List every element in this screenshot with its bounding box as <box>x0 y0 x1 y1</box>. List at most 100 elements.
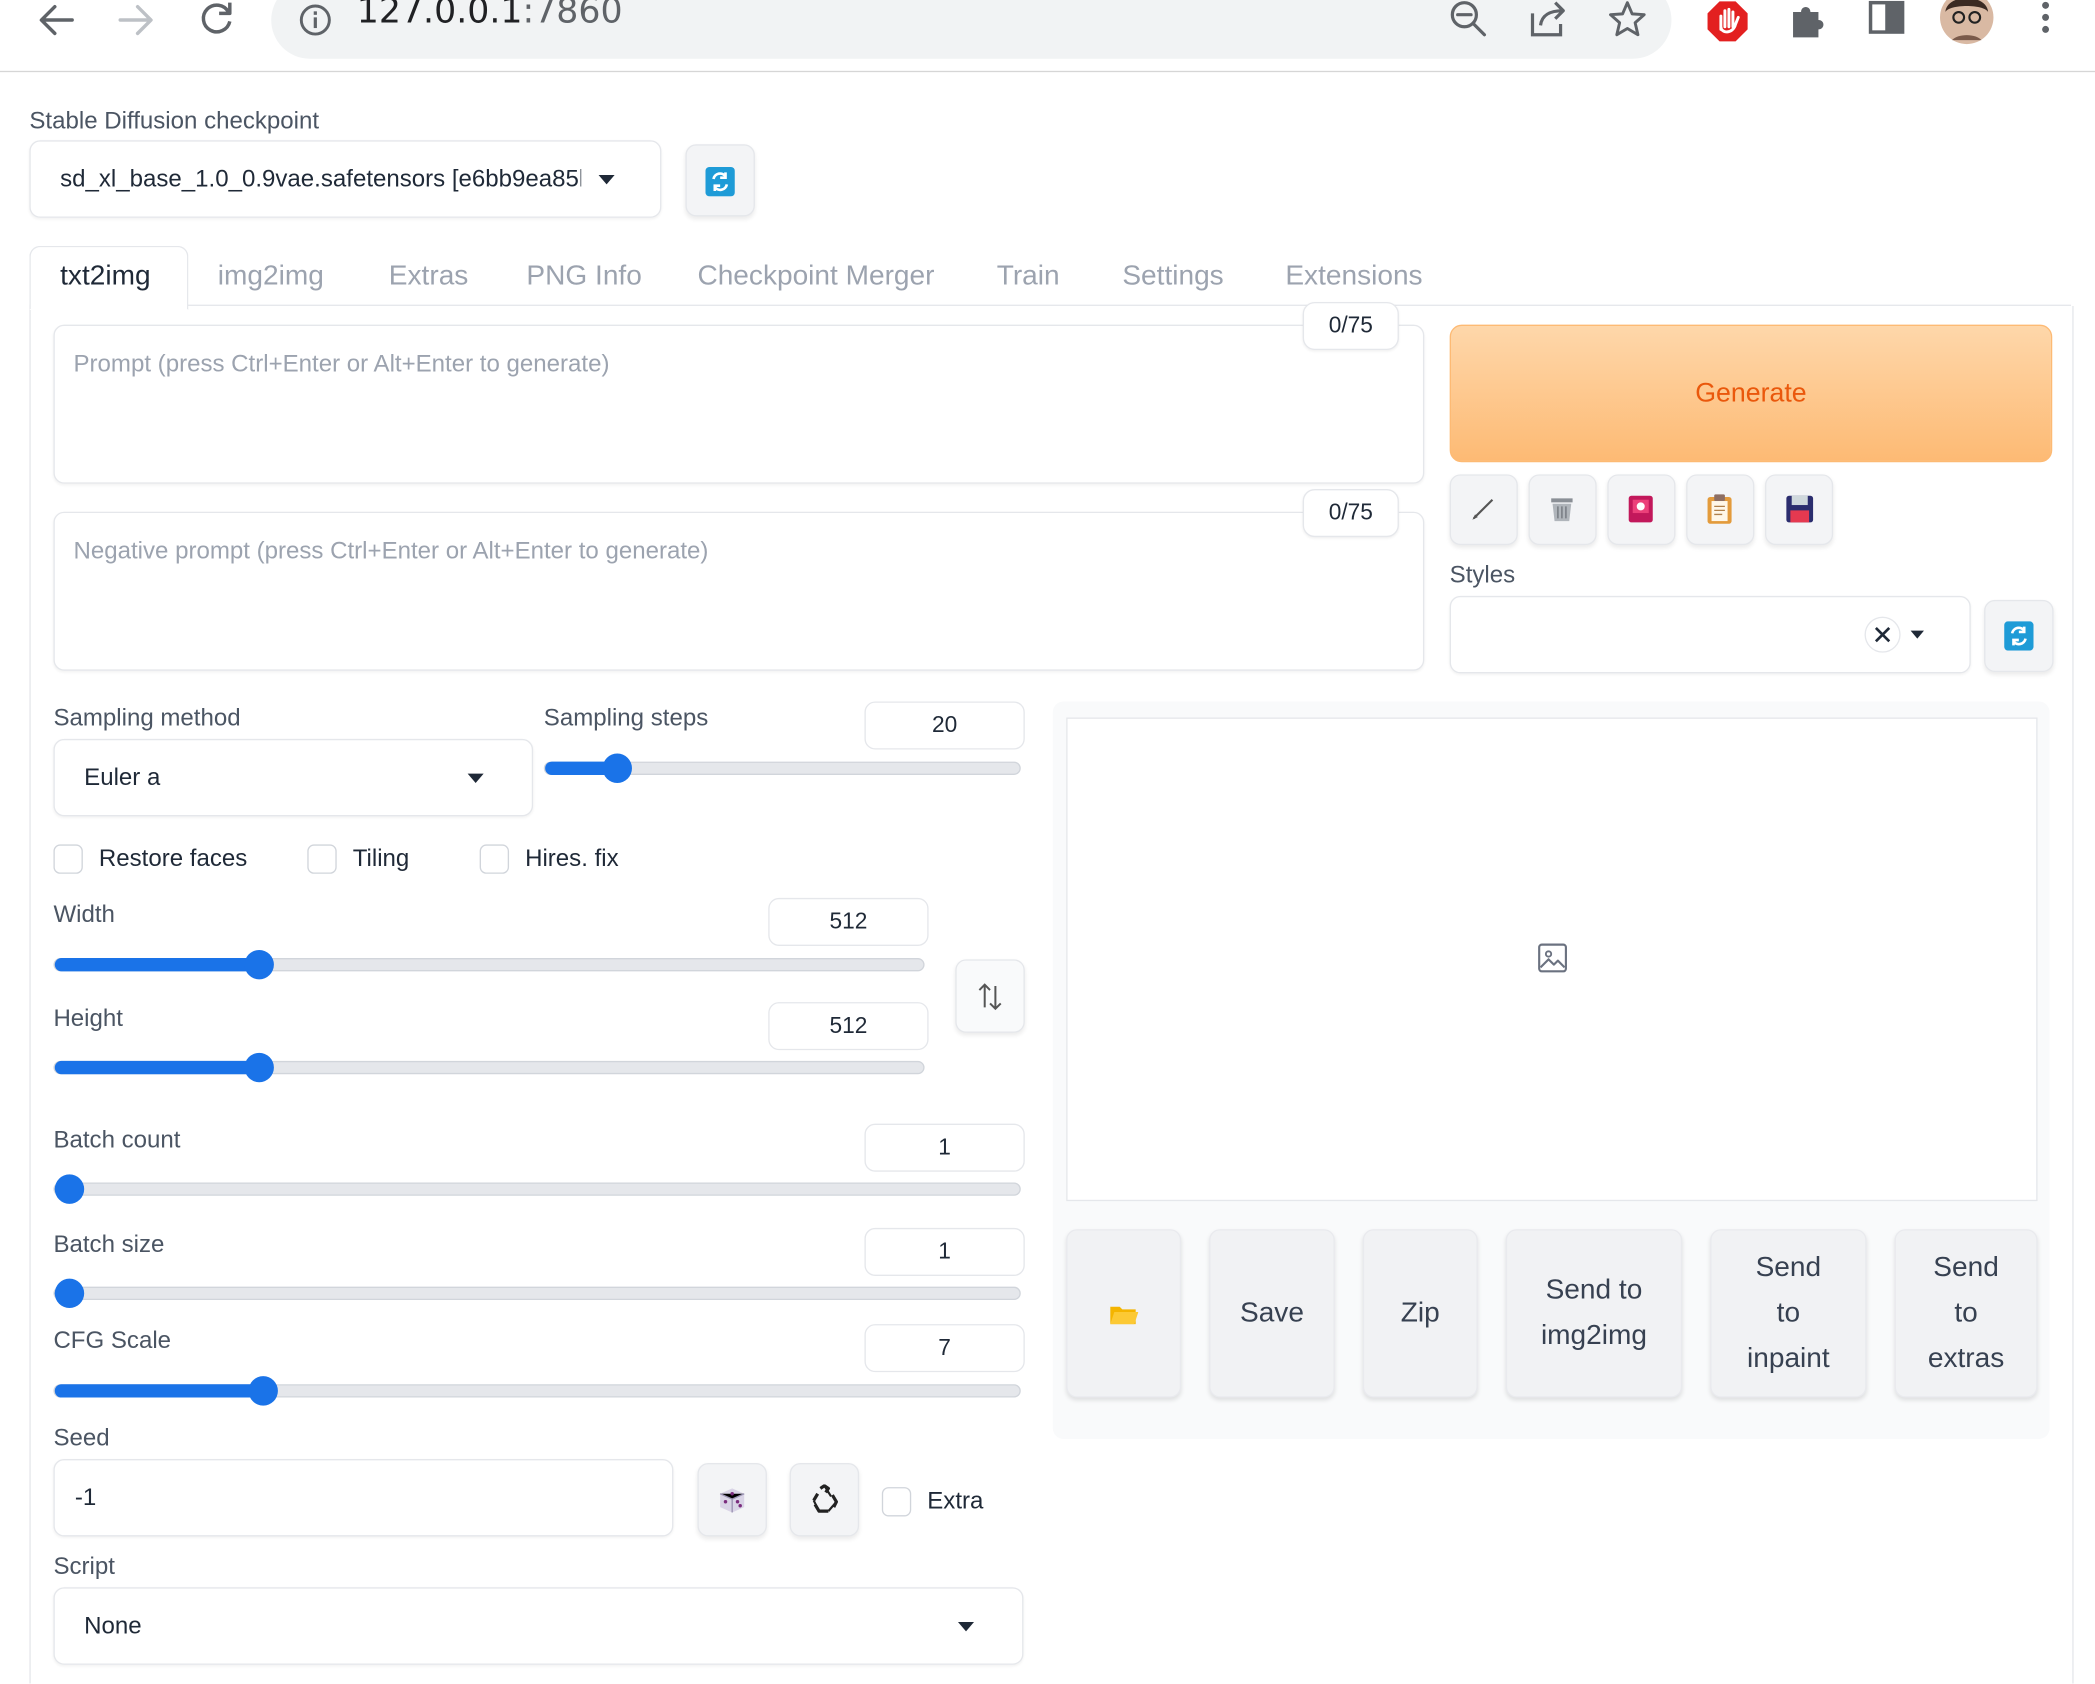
label-line: inpaint <box>1747 1342 1830 1374</box>
styles-label: Styles <box>1449 561 1516 588</box>
tab-txt2img[interactable]: txt2img <box>60 261 150 293</box>
checkpoint-dropdown[interactable]: sd_xl_base_1.0_0.9vae.safetensors [e6bb9… <box>29 140 662 218</box>
refresh-checkpoint-button[interactable] <box>685 144 755 217</box>
trash-icon <box>1551 498 1573 522</box>
generate-label: Generate <box>1695 378 1807 408</box>
negative-prompt-placeholder: Negative prompt (press Ctrl+Enter or Alt… <box>73 537 709 564</box>
hires-fix-checkbox[interactable] <box>479 844 510 874</box>
chevron-down-icon <box>1910 630 1924 639</box>
slider-thumb[interactable] <box>602 753 632 783</box>
forward-icon[interactable] <box>118 3 155 38</box>
batch-count-label: Batch count <box>53 1126 181 1154</box>
cfg-scale-input[interactable]: 7 <box>864 1324 1025 1373</box>
slider-thumb[interactable] <box>54 1174 85 1204</box>
swap-dimensions-button[interactable] <box>955 959 1025 1033</box>
negative-prompt-input[interactable]: Negative prompt (press Ctrl+Enter or Alt… <box>53 511 1425 671</box>
adblock-icon[interactable] <box>1706 0 1749 43</box>
prompt-input[interactable]: Prompt (press Ctrl+Enter or Alt+Enter to… <box>53 324 1425 484</box>
width-input[interactable]: 512 <box>768 897 929 946</box>
label-line: to <box>1776 1297 1801 1329</box>
apply-style-button[interactable] <box>1686 474 1755 546</box>
clear-prompt-button[interactable] <box>1528 474 1597 546</box>
send-to-extras-button[interactable]: Send to extras <box>1894 1229 2038 1398</box>
script-dropdown[interactable]: None <box>53 1587 1024 1665</box>
back-icon[interactable] <box>37 3 74 38</box>
label-line: to <box>1954 1297 1978 1329</box>
extra-seed-checkbox[interactable] <box>881 1487 912 1517</box>
open-folder-button[interactable] <box>1066 1229 1182 1398</box>
folder-icon <box>1110 1306 1139 1325</box>
restore-faces-label: Restore faces <box>98 844 248 872</box>
zip-button[interactable]: Zip <box>1362 1229 1478 1398</box>
tab-png-info[interactable]: PNG Info <box>526 261 641 293</box>
script-label: Script <box>53 1552 115 1580</box>
browser-toolbar: 127.0.0.1:7860 <box>0 0 2095 73</box>
chevron-down-icon <box>957 1622 975 1632</box>
script-value: None <box>84 1612 142 1639</box>
seed-value: -1 <box>74 1483 97 1511</box>
zip-label: Zip <box>1400 1297 1440 1329</box>
label-line: extras <box>1927 1342 2005 1374</box>
height-slider[interactable] <box>53 1052 925 1083</box>
tab-img2img[interactable]: img2img <box>218 261 324 293</box>
restore-faces-checkbox[interactable] <box>53 844 83 874</box>
zoom-icon[interactable] <box>1450 0 1487 37</box>
label-line: Send <box>1755 1251 1822 1283</box>
tab-settings[interactable]: Settings <box>1122 261 1223 293</box>
label-line: Send <box>1933 1251 1999 1283</box>
seed-input[interactable]: -1 <box>53 1459 674 1537</box>
generate-button[interactable]: Generate <box>1449 324 2053 463</box>
read-params-button[interactable] <box>1449 474 1518 546</box>
swap-arrows-icon <box>978 983 1002 1011</box>
batch-size-input[interactable]: 1 <box>864 1227 1025 1276</box>
save-button[interactable]: Save <box>1209 1229 1335 1398</box>
tab-extras[interactable]: Extras <box>389 261 469 293</box>
site-info-icon[interactable] <box>298 3 333 38</box>
styles-dropdown[interactable] <box>1449 595 1971 674</box>
sampling-steps-input[interactable]: 20 <box>864 701 1025 750</box>
clipboard-icon <box>1707 494 1732 524</box>
random-seed-button[interactable] <box>697 1463 767 1537</box>
batch-count-slider[interactable] <box>53 1174 1021 1204</box>
share-icon[interactable] <box>1528 0 1568 37</box>
slider-thumb[interactable] <box>54 1278 85 1309</box>
tab-checkpoint-merger[interactable]: Checkpoint Merger <box>697 261 934 293</box>
height-input[interactable]: 512 <box>768 1002 929 1051</box>
extra-networks-button[interactable] <box>1607 474 1676 546</box>
sampling-method-label: Sampling method <box>53 704 241 731</box>
slider-fill <box>54 957 260 972</box>
send-to-extras-label: Send to extras <box>1896 1245 2036 1381</box>
send-to-img2img-button[interactable]: Send to img2img <box>1505 1229 1683 1398</box>
batch-count-input[interactable]: 1 <box>864 1123 1025 1172</box>
extensions-icon[interactable] <box>1788 0 1828 40</box>
slider-fill <box>54 1060 260 1075</box>
profile-avatar[interactable] <box>1939 0 1995 45</box>
menu-icon[interactable] <box>2039 0 2052 37</box>
image-red-icon <box>1628 495 1653 523</box>
refresh-styles-button[interactable] <box>1984 599 2054 673</box>
reload-icon[interactable] <box>198 0 235 37</box>
checkpoint-value: sd_xl_base_1.0_0.9vae.safetensors [e6bb9… <box>60 165 582 192</box>
send-to-inpaint-button[interactable]: Send to inpaint <box>1710 1229 1867 1398</box>
sampling-method-dropdown[interactable]: Euler a <box>53 738 534 817</box>
refresh-icon <box>2004 621 2034 651</box>
dice-icon <box>719 1488 745 1513</box>
prompt-placeholder: Prompt (press Ctrl+Enter or Alt+Enter to… <box>73 350 610 377</box>
clear-selection-icon[interactable] <box>1864 616 1901 653</box>
save-style-button[interactable] <box>1764 474 1834 546</box>
batch-size-slider[interactable] <box>53 1278 1021 1309</box>
send-to-inpaint-label: Send to inpaint <box>1712 1245 1866 1381</box>
reuse-seed-button[interactable] <box>789 1463 860 1537</box>
image-gallery <box>1066 717 2038 1202</box>
side-panel-icon[interactable] <box>1868 0 1905 37</box>
tab-train[interactable]: Train <box>997 261 1060 293</box>
hires-fix-label: Hires. fix <box>525 844 619 872</box>
negative-prompt-token-counter: 0/75 <box>1302 489 1399 538</box>
bookmark-star-icon[interactable] <box>1607 0 1647 37</box>
sampling-steps-slider[interactable] <box>543 753 1021 783</box>
save-disk-icon <box>1786 495 1814 523</box>
tab-extensions[interactable]: Extensions <box>1285 261 1422 293</box>
cfg-scale-slider[interactable] <box>53 1376 1021 1406</box>
width-slider[interactable] <box>53 949 925 980</box>
tiling-checkbox[interactable] <box>307 844 337 874</box>
